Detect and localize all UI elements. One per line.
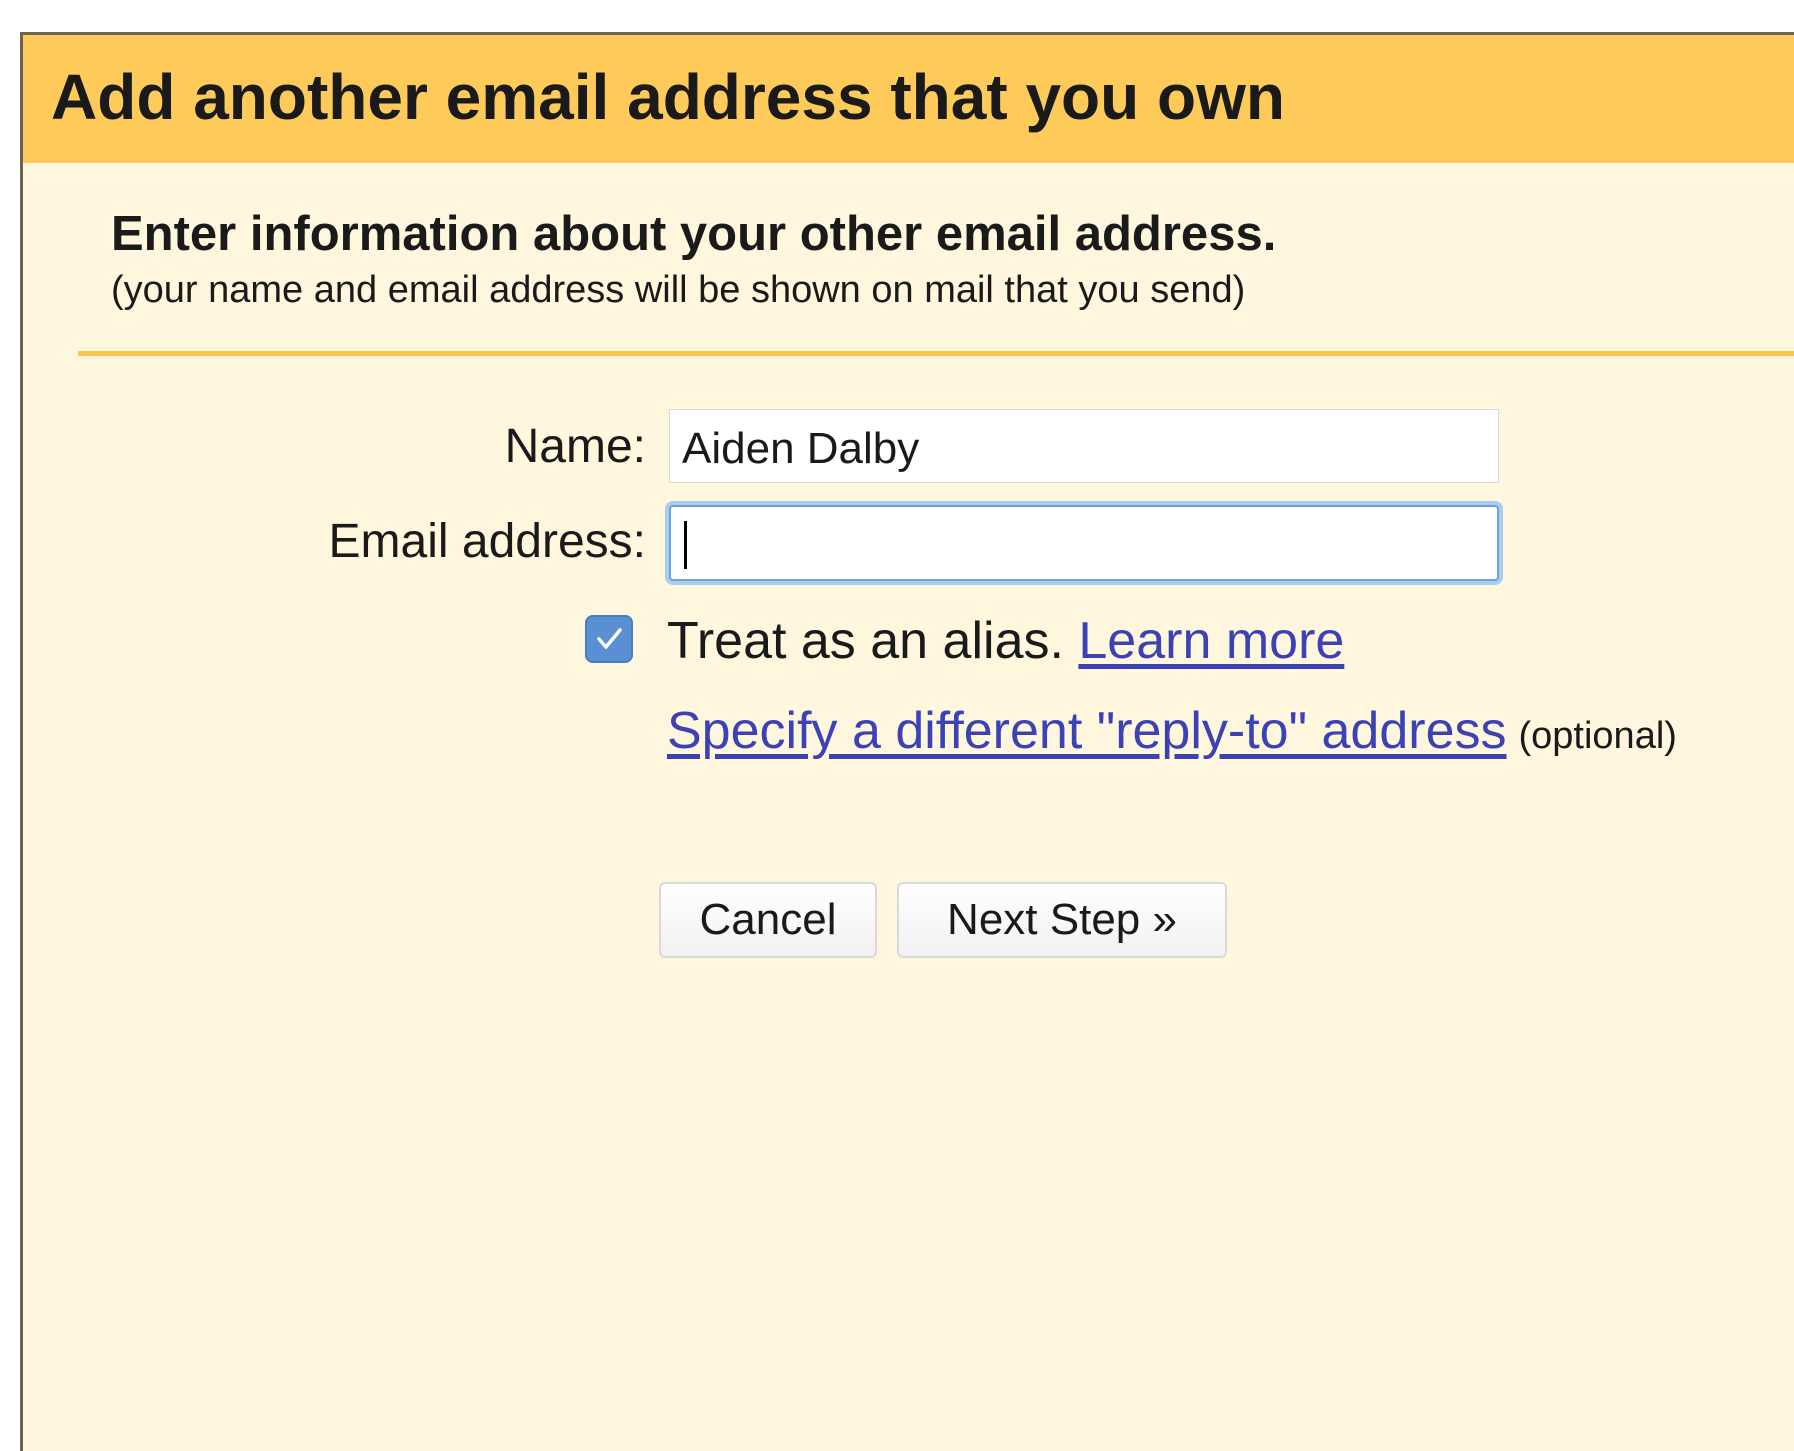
text-caret (684, 521, 687, 569)
email-address-label: Email address: (328, 515, 646, 568)
dialog-title: Add another email address that you own (51, 61, 1285, 133)
add-email-dialog: Add another email address that you own E… (20, 32, 1794, 1451)
next-step-button[interactable]: Next Step » (897, 882, 1227, 958)
dialog-title-bar: Add another email address that you own (23, 35, 1794, 163)
email-address-input[interactable] (669, 505, 1499, 581)
section-heading: Enter information about your other email… (111, 207, 1277, 261)
section-divider (78, 351, 1794, 356)
name-input[interactable] (669, 409, 1499, 483)
optional-note: (optional) (1518, 715, 1677, 757)
reply-to-row: Specify a different "reply-to" address (o… (667, 705, 1677, 757)
reply-to-link[interactable]: Specify a different "reply-to" address (667, 702, 1507, 760)
treat-as-alias-checkbox[interactable] (585, 615, 633, 663)
learn-more-link[interactable]: Learn more (1078, 612, 1344, 670)
checkmark-icon (597, 628, 622, 649)
alias-row: Treat as an alias. Learn more (667, 615, 1344, 667)
section-subheading: (your name and email address will be sho… (111, 269, 1246, 311)
alias-label: Treat as an alias. (667, 612, 1064, 670)
name-label: Name: (504, 420, 646, 473)
cancel-button[interactable]: Cancel (659, 882, 877, 958)
